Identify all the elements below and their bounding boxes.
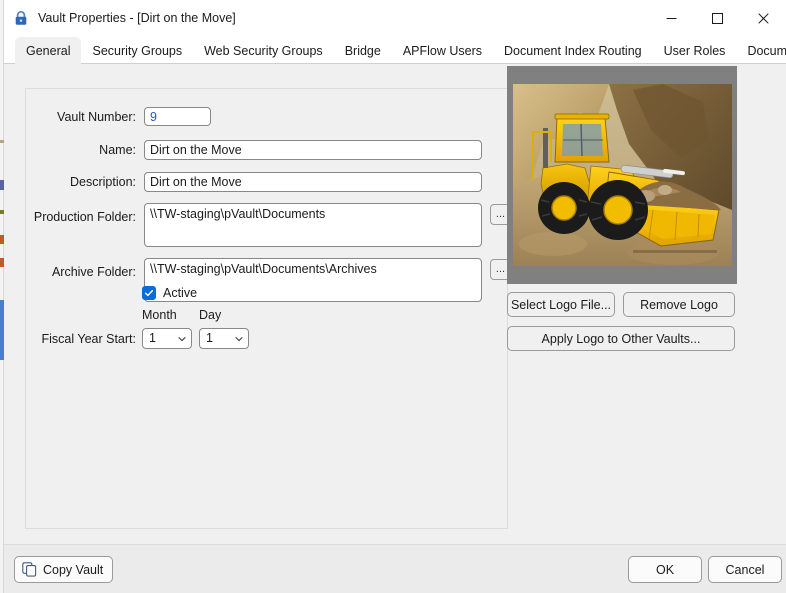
copy-vault-button[interactable]: Copy Vault (14, 556, 114, 583)
fiscal-day-value: 1 (206, 331, 213, 345)
close-button[interactable] (740, 0, 786, 36)
fiscal-month-dropdown[interactable]: 1 (142, 328, 192, 349)
production-folder-input[interactable] (144, 203, 482, 247)
description-input[interactable] (144, 172, 482, 192)
dialog-footer: Copy Vault OK Cancel (4, 544, 786, 593)
tab-general[interactable]: General (15, 37, 82, 64)
general-tab-panel: Vault Number: Name: Description: Product… (4, 64, 786, 544)
chevron-down-icon (178, 336, 186, 341)
tab-apflow-users[interactable]: APFlow Users (392, 37, 493, 64)
name-row: Name: (40, 140, 482, 160)
minimize-button[interactable] (648, 0, 694, 36)
description-label: Description: (70, 175, 136, 189)
active-checkbox-row[interactable]: Active (142, 286, 197, 300)
cancel-button[interactable]: Cancel (708, 556, 782, 583)
day-column-header: Day (199, 308, 222, 322)
fiscal-year-start-label: Fiscal Year Start: (41, 332, 137, 346)
title-bar: Vault Properties - [Dirt on the Move] (4, 0, 786, 36)
checkmark-icon (144, 289, 154, 297)
tab-strip: General Security Groups Web Security Gro… (4, 36, 786, 64)
window-title: Vault Properties - [Dirt on the Move] (38, 11, 236, 25)
active-label: Active (163, 286, 198, 300)
minimize-icon (666, 17, 676, 19)
name-input[interactable] (144, 140, 482, 160)
tab-document-publishing[interactable]: Document Publishing (736, 37, 786, 64)
lock-icon (15, 11, 27, 25)
archive-folder-label: Archive Folder: (51, 265, 136, 279)
month-column-header: Month (142, 308, 177, 322)
window-controls (648, 0, 786, 36)
tab-web-security-groups[interactable]: Web Security Groups (193, 37, 334, 64)
fiscal-month-value: 1 (149, 331, 156, 345)
vault-number-row: Vault Number: (40, 107, 211, 127)
chevron-down-icon (235, 336, 243, 341)
production-folder-row: Production Folder: ... (20, 203, 511, 247)
vault-number-input[interactable] (144, 107, 211, 126)
vault-logo-image (512, 84, 732, 266)
remove-logo-button[interactable]: Remove Logo (623, 292, 735, 317)
tab-user-roles[interactable]: User Roles (653, 37, 737, 64)
production-folder-label: Production Folder: (33, 210, 136, 224)
select-logo-file-button[interactable]: Select Logo File... (507, 292, 615, 317)
description-row: Description: (40, 172, 482, 192)
archive-folder-row: Archive Folder: ... (20, 258, 511, 302)
tab-bridge[interactable]: Bridge (334, 37, 392, 64)
copy-vault-label: Copy Vault (43, 562, 104, 577)
vault-logo-frame (507, 66, 737, 284)
tab-document-index-routing[interactable]: Document Index Routing (493, 37, 653, 64)
tab-security-groups[interactable]: Security Groups (81, 37, 193, 64)
ok-button[interactable]: OK (628, 556, 702, 583)
active-checkbox[interactable] (142, 286, 156, 300)
apply-logo-to-other-vaults-button[interactable]: Apply Logo to Other Vaults... (507, 326, 735, 351)
vault-number-label: Vault Number: (57, 110, 136, 124)
fiscal-day-dropdown[interactable]: 1 (199, 328, 249, 349)
maximize-icon (711, 12, 723, 24)
copy-icon (22, 562, 37, 577)
vault-properties-window: Vault Properties - [Dirt on the Move] Ge… (4, 0, 786, 593)
close-icon (757, 12, 769, 24)
maximize-button[interactable] (694, 0, 740, 36)
name-label: Name: (99, 143, 136, 157)
